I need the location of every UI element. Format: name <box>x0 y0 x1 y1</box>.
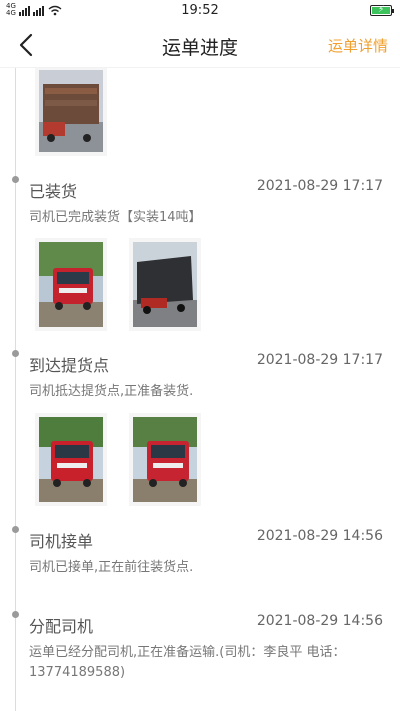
entry-title: 已装货 <box>29 182 78 201</box>
entry-description: 司机已接单,正在前往装货点. <box>29 560 194 575</box>
entry-photo[interactable] <box>133 417 197 502</box>
nav-bar: 运单进度 运单详情 <box>0 22 400 68</box>
entry-time: 2021-08-29 14:56 <box>256 613 383 629</box>
truck-front-photo <box>39 242 103 327</box>
charging-bolt-icon: ⚡ <box>378 5 385 15</box>
timeline-dot <box>12 611 19 618</box>
entry-title: 分配司机 <box>29 617 94 636</box>
timeline-dot <box>12 526 19 533</box>
clock: 19:52 <box>181 3 219 18</box>
progress-timeline[interactable]: 已装货 2021-08-29 17:17 司机已完成装货【实装14吨】 到达提货… <box>0 68 400 711</box>
truck-cargo-photo <box>39 70 103 152</box>
entry-description: 运单已经分配司机,正在准备运输.(司机：李良平 电话：13774189588) <box>29 645 346 680</box>
truck-cargo-photo <box>133 242 197 327</box>
entry-title: 到达提货点 <box>29 356 110 375</box>
truck-front-photo <box>133 417 197 502</box>
timeline-dot <box>12 350 19 357</box>
status-bar: 4G 4G 19:52 ⚡ <box>0 0 400 22</box>
entry-time: 2021-08-29 14:56 <box>256 528 383 544</box>
battery-icon: ⚡ <box>370 5 394 16</box>
entry-description: 司机抵达提货点,正准备装货. <box>29 384 194 399</box>
entry-photo-previous[interactable] <box>39 70 103 152</box>
entry-photo[interactable] <box>39 242 103 327</box>
entry-time: 2021-08-29 17:17 <box>256 178 383 194</box>
entry-time: 2021-08-29 17:17 <box>256 352 383 368</box>
entry-title: 司机接单 <box>29 532 94 551</box>
truck-front-photo <box>39 417 103 502</box>
waybill-detail-link[interactable]: 运单详情 <box>328 35 388 56</box>
entry-photo[interactable] <box>39 417 103 502</box>
entry-photo[interactable] <box>133 242 197 327</box>
entry-description: 司机已完成装货【实装14吨】 <box>29 210 202 225</box>
timeline-dot <box>12 176 19 183</box>
